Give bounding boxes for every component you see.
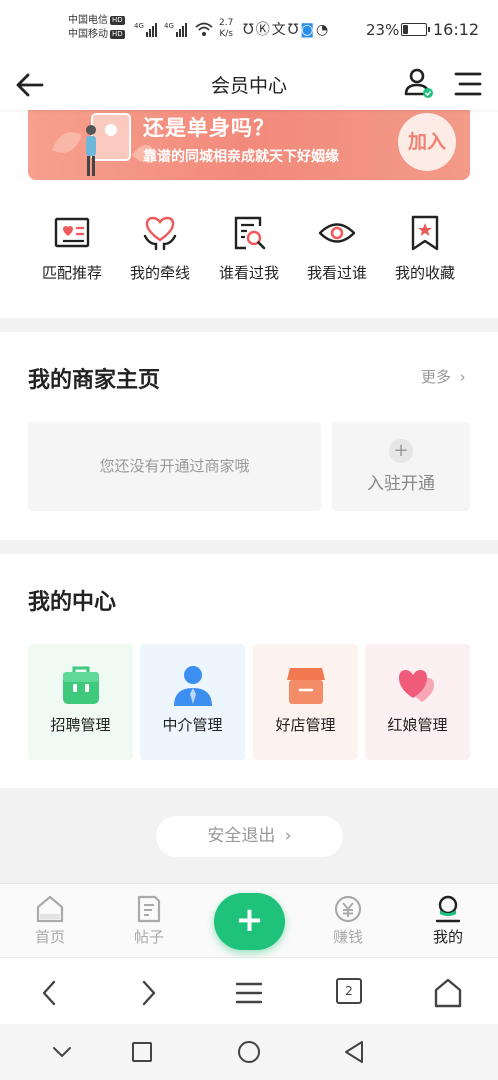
coin-icon	[334, 895, 362, 923]
hd-badge: HD	[110, 29, 125, 39]
heart-hands-icon	[143, 216, 177, 251]
app-header: 会员中心	[0, 60, 498, 110]
search-document-icon	[234, 216, 266, 250]
alarm-icon: Ʊ	[243, 22, 256, 38]
eye-icon	[318, 223, 356, 243]
tab-label: 帖子	[133, 928, 164, 946]
section-title: 我的中心	[28, 590, 117, 615]
card-recruitment[interactable]: 招聘管理	[28, 644, 133, 760]
battery-percent: 23%	[366, 21, 400, 39]
status-bar: 中国电信 HD 中国移动 HD 4G 4G 2.7 K/s ƱⓀ文Ʊ◙◔ 23% 1…	[0, 0, 498, 60]
post-icon	[137, 895, 161, 923]
carrier-1: 中国电信	[68, 15, 108, 26]
tab-label: 首页	[34, 928, 65, 946]
create-post-button[interactable]: +	[214, 893, 285, 950]
translate-icon: 文	[271, 22, 288, 38]
tab-earn[interactable]: 赚钱	[313, 894, 383, 947]
browser-home-icon[interactable]	[431, 976, 465, 1010]
quick-i-viewed[interactable]: 我看过谁	[292, 214, 382, 283]
match-card-icon	[54, 217, 90, 248]
net-speed: 2.7 K/s	[219, 18, 234, 39]
banner-title: 还是单身吗？	[143, 116, 275, 140]
join-button[interactable]: 加入	[398, 113, 456, 171]
quick-action-label: 谁看过我	[218, 264, 279, 282]
quick-my-matchmaking[interactable]: 我的牵线	[115, 214, 205, 283]
k-app-icon: Ⓚ	[255, 22, 272, 38]
signal-icon: 4G	[164, 22, 187, 37]
agent-person-icon	[173, 666, 212, 706]
tab-label: 我的	[432, 928, 463, 946]
card-label: 招聘管理	[50, 716, 111, 734]
browser-forward-icon[interactable]	[131, 976, 165, 1010]
card-label: 好店管理	[275, 716, 336, 734]
chevron-right-icon: ›	[284, 826, 292, 846]
home-icon	[36, 895, 64, 923]
merchant-section: 我的商家主页 更多 › 您还没有开通过商家哦 + 入驻开通	[0, 332, 498, 540]
shop-box-icon	[286, 668, 325, 704]
more-link[interactable]: 更多 ›	[421, 366, 466, 387]
double-heart-icon	[398, 670, 434, 702]
logout-button[interactable]: 安全退出 ›	[156, 816, 343, 857]
nav-back-icon[interactable]	[340, 1038, 368, 1066]
browser-toolbar: 2	[0, 957, 498, 1024]
browser-back-icon[interactable]	[33, 976, 67, 1010]
quick-actions: 匹配推荐 我的牵线 谁看过我 我看过谁 我的收藏	[0, 214, 498, 294]
signal-icon: 4G	[134, 22, 157, 37]
tab-posts[interactable]: 帖子	[114, 894, 184, 947]
tab-mine[interactable]: 我的	[413, 894, 483, 947]
quick-my-favorites[interactable]: 我的收藏	[380, 214, 470, 283]
section-title: 我的商家主页	[28, 368, 161, 393]
system-navigation-bar	[0, 1024, 498, 1080]
bookmark-star-icon	[411, 215, 439, 251]
battery-icon	[401, 23, 430, 36]
browser-menu-icon[interactable]	[232, 976, 266, 1010]
clock: 16:12	[433, 20, 480, 39]
nav-collapse-icon[interactable]	[48, 1038, 76, 1066]
card-agent[interactable]: 中介管理	[140, 644, 245, 760]
card-label: 红娘管理	[387, 716, 448, 734]
hd-badge: HD	[110, 15, 125, 25]
briefcase-icon	[62, 666, 99, 704]
card-label: 中介管理	[162, 716, 223, 734]
merchant-empty-state: 您还没有开通过商家哦	[28, 422, 321, 511]
top-section: 还是单身吗？ 靠谱的同城相亲成就天下好姻缘 加入 匹配推荐 我的牵线 谁看过我 …	[0, 110, 498, 318]
my-center-section: 我的中心 招聘管理 中介管理 好店管理 红娘管理	[0, 554, 498, 788]
plus-icon: +	[389, 439, 413, 463]
more-label: 更多	[421, 368, 452, 386]
svg-text:4G: 4G	[164, 22, 174, 30]
alarm-icon: Ʊ	[287, 22, 301, 38]
notification-icons: ƱⓀ文Ʊ◙◔	[243, 19, 330, 39]
quick-action-label: 匹配推荐	[41, 264, 102, 282]
carrier-info: 中国电信 HD 中国移动 HD	[68, 14, 125, 42]
quick-action-label: 我的牵线	[129, 264, 190, 282]
card-shop[interactable]: 好店管理	[253, 644, 358, 760]
quick-action-label: 我看过谁	[306, 264, 367, 282]
menu-icon[interactable]	[452, 69, 484, 99]
chevron-right-icon: ›	[459, 368, 466, 386]
singles-banner[interactable]: 还是单身吗？ 靠谱的同城相亲成就天下好姻缘 加入	[28, 110, 470, 180]
quick-who-viewed-me[interactable]: 谁看过我	[204, 214, 294, 283]
open-merchant-button[interactable]: + 入驻开通	[332, 422, 470, 511]
user-verified-icon[interactable]	[402, 66, 436, 100]
tab-home[interactable]: 首页	[15, 894, 85, 947]
tab-label: 赚钱	[332, 928, 363, 946]
wifi-icon	[195, 22, 213, 36]
card-matchmaker[interactable]: 红娘管理	[365, 644, 470, 760]
open-merchant-label: 入驻开通	[367, 474, 435, 494]
app-icon: ◙	[300, 22, 316, 38]
nav-home-icon[interactable]	[235, 1038, 263, 1066]
speed-icon: ◔	[316, 22, 331, 38]
quick-match-recommend[interactable]: 匹配推荐	[27, 214, 117, 283]
quick-action-label: 我的收藏	[394, 264, 455, 282]
browser-tabs-button[interactable]: 2	[336, 978, 362, 1004]
svg-text:4G: 4G	[134, 22, 144, 30]
profile-icon	[435, 895, 461, 923]
nav-recents-icon[interactable]	[128, 1038, 156, 1066]
logout-label: 安全退出	[207, 826, 276, 846]
banner-subtitle: 靠谱的同城相亲成就天下好姻缘	[143, 149, 339, 165]
carrier-2: 中国移动	[68, 29, 108, 40]
